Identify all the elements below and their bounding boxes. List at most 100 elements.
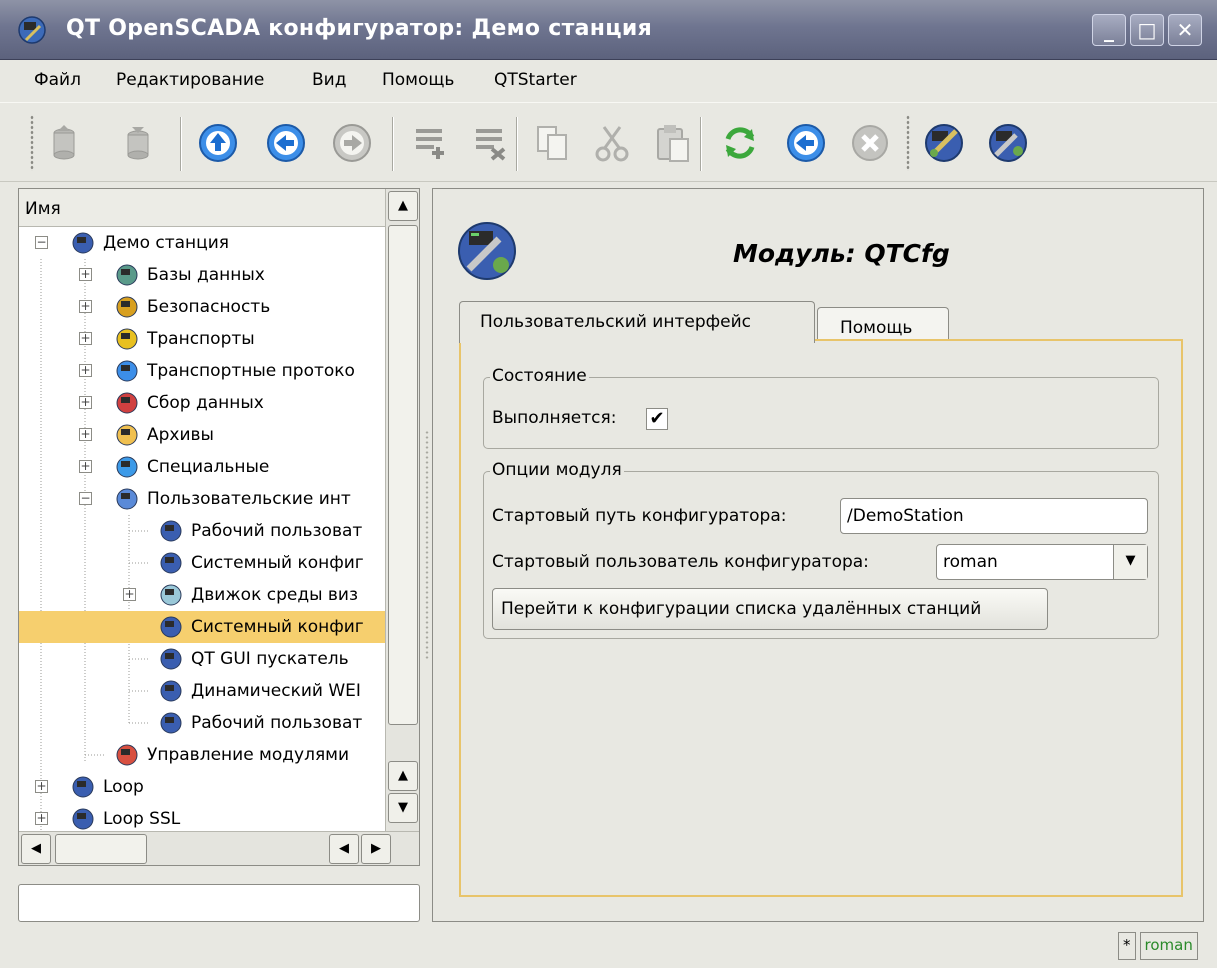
tree-item-label: Системный конфиг [191, 553, 364, 573]
tree-item[interactable]: Рабочий пользоват [19, 707, 385, 739]
expand-icon[interactable]: + [79, 460, 92, 473]
tree-item[interactable]: Динамический WEI [19, 675, 385, 707]
scroll-up-icon[interactable]: ▲ [388, 191, 418, 221]
window-title: QT OpenSCADA конфигуратор: Демо станция [66, 16, 653, 41]
tree-item[interactable]: + Базы данных [19, 259, 385, 291]
delete-item-icon[interactable] [468, 121, 512, 165]
running-checkbox[interactable]: ✔ [646, 408, 668, 430]
minimize-button[interactable]: _ [1092, 14, 1126, 46]
tree-item[interactable]: + Архивы [19, 419, 385, 451]
menu-file[interactable]: Файл [34, 70, 81, 90]
ui-module-icon [159, 519, 183, 543]
navigation-tree[interactable]: Имя −Демо станция+Базы данных+Безоп [18, 188, 420, 866]
station-icon [71, 231, 95, 255]
chevron-down-icon[interactable]: ▼ [1113, 545, 1147, 579]
menu-edit[interactable]: Редактирование [116, 70, 264, 90]
scroll-up-small-icon[interactable]: ▲ [388, 761, 418, 791]
expand-icon[interactable]: + [79, 428, 92, 441]
collapse-icon[interactable]: − [79, 492, 92, 505]
tree-item[interactable]: + Движок среды виз [19, 579, 385, 611]
station-icon [71, 807, 95, 831]
user-interface-icon[interactable] [922, 121, 966, 165]
status-line-input[interactable] [18, 884, 420, 922]
tree-item[interactable]: + Loop SSL [19, 803, 385, 831]
tree-rows: − Демо станция + Базы данных + Безопасность + Т… [19, 227, 385, 831]
module-options-group-title: Опции модуля [490, 460, 624, 480]
expand-icon[interactable]: + [79, 364, 92, 377]
toolbar-grip[interactable] [30, 115, 34, 171]
stop-icon[interactable] [848, 121, 892, 165]
expand-icon[interactable]: + [35, 780, 48, 793]
tree-item[interactable]: Системный конфиг [19, 547, 385, 579]
hscroll-thumb[interactable] [55, 834, 147, 864]
tree-item[interactable]: + Безопасность [19, 291, 385, 323]
tree-item[interactable]: Управление модулями [19, 739, 385, 771]
module-panel: Модуль: QTCfg Пользовательский интерфейс… [432, 188, 1204, 922]
tree-item[interactable]: + Loop [19, 771, 385, 803]
start-user-value: roman [943, 552, 998, 572]
tree-item[interactable]: Системный конфиг [19, 611, 385, 643]
tree-item[interactable]: + Сбор данных [19, 387, 385, 419]
tree-item[interactable]: + Специальные [19, 451, 385, 483]
transport-icon [115, 327, 139, 351]
tree-item-label: Демо станция [103, 233, 229, 253]
tree-item[interactable]: + Транспорты [19, 323, 385, 355]
back-icon[interactable] [264, 121, 308, 165]
tree-item-label: Loop SSL [103, 809, 181, 829]
tree-item-label: Системный конфиг [191, 617, 364, 637]
db-save-icon[interactable] [116, 121, 160, 165]
main-toolbar [0, 102, 1217, 182]
add-item-icon[interactable] [408, 121, 452, 165]
scrollbar-thumb[interactable] [388, 225, 418, 725]
up-icon[interactable] [196, 121, 240, 165]
tree-item[interactable]: QT GUI пускатель [19, 643, 385, 675]
tree-vertical-scrollbar[interactable]: ▲ ▲ ▼ [385, 189, 419, 831]
special-icon [115, 455, 139, 479]
splitter-handle[interactable] [424, 430, 430, 660]
module-manager-icon [115, 743, 139, 767]
tree-column-header[interactable]: Имя [19, 189, 385, 227]
expand-icon[interactable]: + [79, 300, 92, 313]
collapse-icon[interactable]: − [35, 236, 48, 249]
system-configurator-icon[interactable] [986, 121, 1030, 165]
paste-icon[interactable] [650, 121, 694, 165]
expand-icon[interactable]: + [79, 396, 92, 409]
maximize-button[interactable]: □ [1130, 14, 1164, 46]
scroll-left-icon[interactable]: ◀ [329, 834, 359, 864]
start-path-input[interactable]: /DemoStation [840, 498, 1148, 534]
refresh-icon[interactable] [718, 121, 762, 165]
title-bar[interactable]: QT OpenSCADA конфигуратор: Демо станция … [0, 0, 1217, 60]
expand-icon[interactable]: + [79, 268, 92, 281]
tree-item[interactable]: Рабочий пользоват [19, 515, 385, 547]
remote-stations-button[interactable]: Перейти к конфигурации списка удалённых … [492, 588, 1048, 630]
tab-user-interface[interactable]: Пользовательский интерфейс [459, 301, 815, 343]
tree-item-label: QT GUI пускатель [191, 649, 349, 669]
tree-item[interactable]: − Демо станция [19, 227, 385, 259]
copy-icon[interactable] [530, 121, 574, 165]
menu-qtstarter[interactable]: QTStarter [494, 70, 577, 90]
expand-icon[interactable]: + [123, 588, 136, 601]
cut-icon[interactable] [590, 121, 634, 165]
start-icon[interactable] [784, 121, 828, 165]
scroll-left-small-icon[interactable]: ◀ [21, 834, 51, 864]
toolbar-grip-2[interactable] [906, 115, 910, 171]
tree-item-label: Транспортные протоко [147, 361, 355, 381]
tree-item[interactable]: − Пользовательские инт [19, 483, 385, 515]
state-group-title: Состояние [490, 366, 589, 386]
scroll-down-icon[interactable]: ▼ [388, 793, 418, 823]
scroll-right-icon[interactable]: ▶ [361, 834, 391, 864]
tree-horizontal-scrollbar[interactable]: ◀ ◀ ▶ [19, 831, 419, 865]
close-button[interactable]: ✕ [1168, 14, 1202, 46]
tree-item[interactable]: + Транспортные протоко [19, 355, 385, 387]
tree-item-label: Движок среды виз [191, 585, 359, 605]
expand-icon[interactable]: + [35, 812, 48, 825]
current-user[interactable]: roman [1139, 932, 1198, 960]
tree-item-label: Рабочий пользоват [191, 521, 363, 541]
expand-icon[interactable]: + [79, 332, 92, 345]
forward-icon[interactable] [330, 121, 374, 165]
start-user-select[interactable]: roman ▼ [936, 544, 1148, 580]
menu-help[interactable]: Помощь [382, 70, 454, 90]
menu-view[interactable]: Вид [312, 70, 346, 90]
vis-engine-icon [159, 583, 183, 607]
db-load-icon[interactable] [42, 121, 86, 165]
